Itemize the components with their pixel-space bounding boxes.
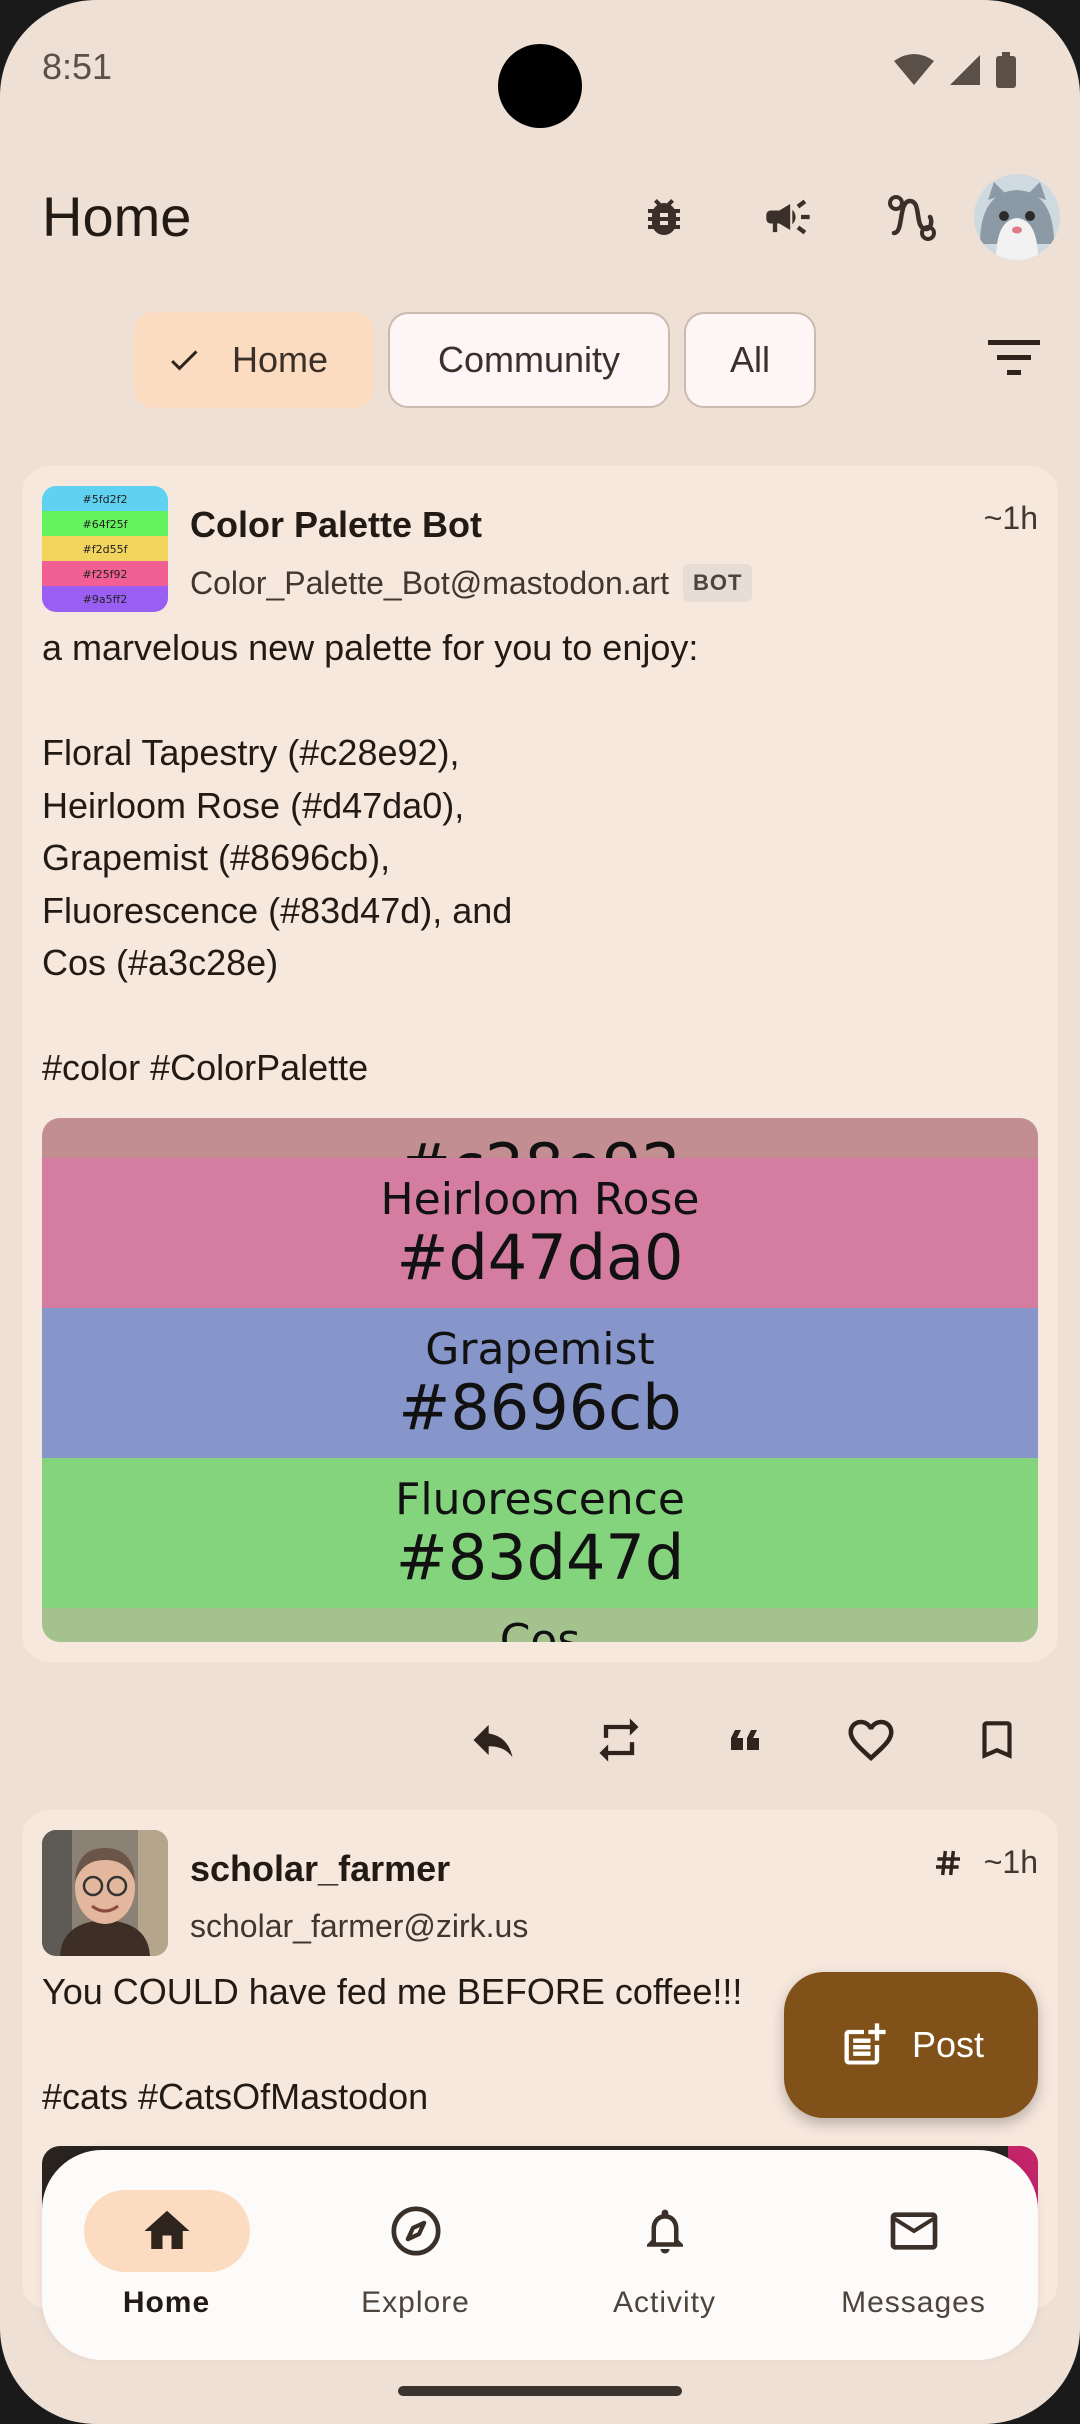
wifi-icon xyxy=(894,54,934,85)
home-icon xyxy=(144,2210,189,2249)
favorite-button[interactable] xyxy=(808,1690,934,1790)
swatch-fluorescence: Fluorescence #83d47d xyxy=(42,1458,1038,1608)
palette-avatar-icon: #5fd2f2 #64f25f #f2d55f #f25f92 #9a5ff2 xyxy=(42,486,168,612)
handle-text: Color_Palette_Bot@mastodon.art xyxy=(190,564,669,601)
nav-indicator xyxy=(333,2190,499,2272)
avatar-swatch-label: #f25f92 xyxy=(83,568,128,581)
swatch-hex: #83d47d xyxy=(395,1521,685,1594)
compose-post-button[interactable]: Post xyxy=(784,1972,1038,2118)
post-add-icon xyxy=(844,2023,886,2065)
check-icon xyxy=(166,342,202,378)
nav-home[interactable]: Home xyxy=(57,2190,277,2320)
post-timestamp: ~1h xyxy=(984,500,1038,537)
polls-button[interactable] xyxy=(850,172,974,262)
camera-cutout xyxy=(498,44,582,128)
avatar-swatch-label: #5fd2f2 xyxy=(83,493,128,506)
nav-indicator xyxy=(831,2190,997,2272)
swatch-floral-tapestry: #c28e92 xyxy=(42,1118,1038,1200)
boost-button[interactable] xyxy=(556,1690,682,1790)
nav-explore[interactable]: Explore xyxy=(306,2190,526,2320)
post-actions xyxy=(430,1690,1060,1790)
swatch-grapemist: Grapemist #8696cb xyxy=(42,1308,1038,1458)
top-app-bar: Home xyxy=(0,160,1080,270)
status-time: 8:51 xyxy=(42,46,113,87)
bookmark-icon xyxy=(982,1721,1012,1759)
display-name[interactable]: scholar_farmer xyxy=(190,1848,450,1890)
swatch-hex: #d47da0 xyxy=(396,1221,684,1294)
status-bar: 8:51 xyxy=(0,0,1080,140)
nav-messages[interactable]: Messages xyxy=(804,2190,1024,2320)
account-handle[interactable]: Color_Palette_Bot@mastodon.art BOT xyxy=(190,564,753,602)
swatch-name: Fluorescence xyxy=(395,1474,685,1525)
reply-icon xyxy=(473,1724,513,1758)
avatar[interactable] xyxy=(42,1830,168,1956)
avatar[interactable]: #5fd2f2 #64f25f #f2d55f #f25f92 #9a5ff2 xyxy=(42,486,168,612)
reply-button[interactable] xyxy=(430,1690,556,1790)
announcements-button[interactable] xyxy=(726,172,850,262)
mail-icon xyxy=(890,2212,937,2250)
nav-label: Activity xyxy=(612,2286,716,2319)
swatch-name: Cos xyxy=(499,1615,581,1643)
bot-badge: BOT xyxy=(682,564,753,602)
chip-home[interactable]: Home xyxy=(134,312,375,408)
chip-label: All xyxy=(730,339,771,380)
bell-icon xyxy=(646,2209,683,2254)
battery-icon xyxy=(996,52,1016,88)
person-avatar-icon xyxy=(42,1830,168,1956)
handle-text: scholar_farmer@zirk.us xyxy=(190,1908,529,1944)
status-icons xyxy=(894,52,1016,88)
heart-icon xyxy=(848,1719,894,1762)
fab-label: Post xyxy=(911,2024,985,2065)
cat-avatar-icon xyxy=(974,174,1060,260)
filter-icon xyxy=(988,340,1040,375)
avatar-swatch-label: #64f25f xyxy=(83,518,129,531)
swatch-name: Grapemist xyxy=(425,1324,655,1375)
megaphone-icon xyxy=(766,199,810,235)
account-handle[interactable]: scholar_farmer@zirk.us xyxy=(190,1908,528,1945)
filter-button[interactable] xyxy=(982,326,1046,390)
chip-label: Community xyxy=(438,339,621,380)
explore-icon xyxy=(391,2206,440,2256)
squiggle-icon xyxy=(888,195,936,241)
profile-avatar[interactable] xyxy=(974,174,1060,260)
app-bar-actions xyxy=(602,172,1060,262)
avatar-swatch-label: #f2d55f xyxy=(83,543,129,556)
nav-label: Home xyxy=(122,2286,211,2319)
post-timestamp: ~1h xyxy=(932,1844,1038,1881)
display-name[interactable]: Color Palette Bot xyxy=(190,504,482,546)
page-title: Home xyxy=(42,185,192,248)
quote-icon xyxy=(731,1730,759,1750)
avatar-swatch-label: #9a5ff2 xyxy=(83,593,128,606)
chip-label: Home xyxy=(232,339,329,380)
quote-button[interactable] xyxy=(682,1690,808,1790)
timestamp-text: ~1h xyxy=(983,500,1038,536)
bug-report-button[interactable] xyxy=(602,172,726,262)
nav-label: Explore xyxy=(361,2286,470,2319)
chip-all[interactable]: All xyxy=(684,312,817,408)
gesture-handle[interactable] xyxy=(398,2386,682,2396)
swatch-name: Heirloom Rose xyxy=(380,1174,700,1225)
nav-indicator xyxy=(83,2190,250,2272)
swatch-hex: #8696cb xyxy=(398,1371,682,1444)
chip-community[interactable]: Community xyxy=(388,312,671,408)
bug-icon xyxy=(648,199,680,235)
post-content: a marvelous new palette for you to enjoy… xyxy=(42,627,699,1088)
swatch-heirloom-rose: Heirloom Rose #d47da0 xyxy=(42,1158,1038,1308)
media-attachment[interactable]: #c28e92 Heirloom Rose #d47da0 Grapemist … xyxy=(42,1118,1038,1642)
bottom-navigation: Home Explore Activity Messages xyxy=(42,2150,1038,2360)
signal-icon xyxy=(950,55,980,85)
swatch-cos: Cos xyxy=(42,1608,1038,1642)
post-card[interactable]: #5fd2f2 #64f25f #f2d55f #f25f92 #9a5ff2 … xyxy=(22,466,1058,1662)
repeat-icon xyxy=(599,1718,639,1762)
bookmark-button[interactable] xyxy=(934,1690,1060,1790)
nav-label: Messages xyxy=(841,2286,986,2319)
app-screen: 8:51 Home Home Community All #5fd2f2 #64… xyxy=(0,0,1080,2424)
nav-indicator xyxy=(582,2190,748,2272)
nav-activity[interactable]: Activity xyxy=(555,2190,775,2320)
timeline-chips: Home Community All xyxy=(134,312,817,408)
hashtag-icon xyxy=(935,1850,960,1875)
timestamp-text: ~1h xyxy=(983,1844,1038,1880)
